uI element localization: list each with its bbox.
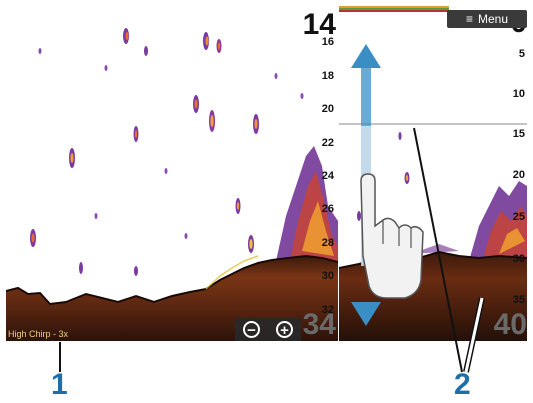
callout-2-label: 2: [454, 368, 471, 401]
callout-1-label: 1: [51, 368, 68, 401]
callout-lines: [59, 127, 485, 373]
